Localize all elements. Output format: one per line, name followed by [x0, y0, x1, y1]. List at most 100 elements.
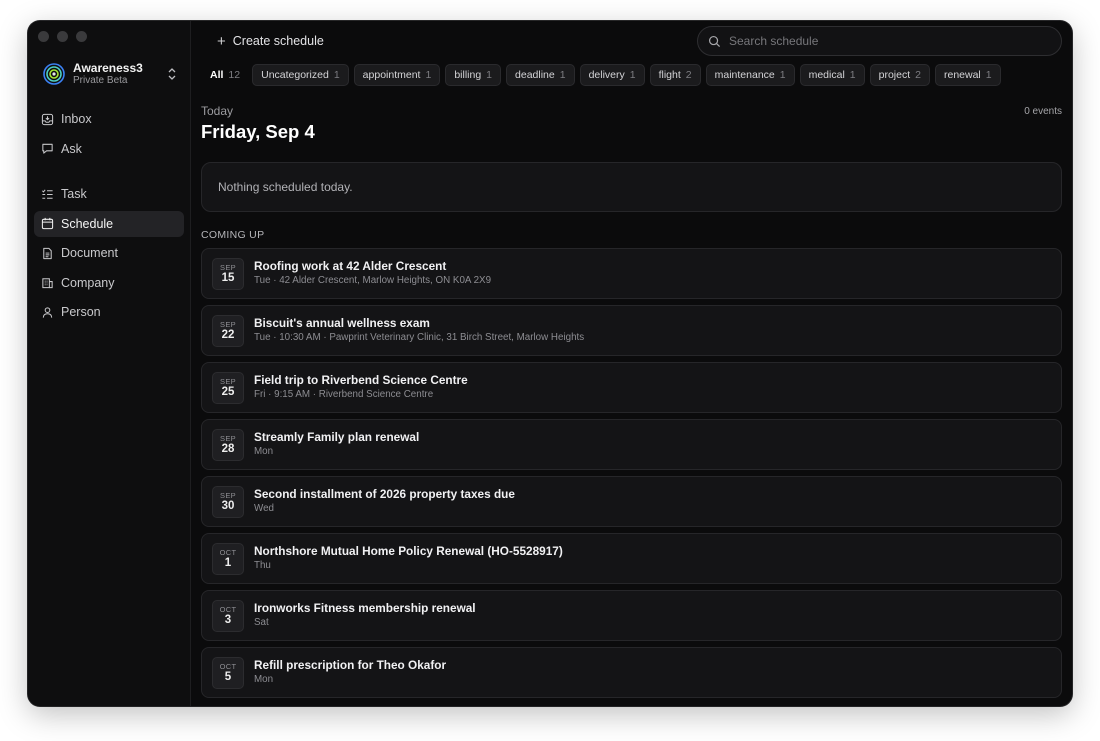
- filter-chip-maintenance[interactable]: maintenance 1: [705, 64, 795, 86]
- sidebar-item-task[interactable]: Task: [34, 181, 184, 207]
- sidebar-item-company[interactable]: Company: [34, 270, 184, 296]
- workspace-logo-icon: [43, 63, 65, 85]
- date-badge: SEP 25: [212, 371, 244, 404]
- search-input[interactable]: [729, 34, 1029, 48]
- event-day: 1: [224, 556, 232, 569]
- event-card[interactable]: OCT 3 Ironworks Fitness membership renew…: [201, 590, 1062, 641]
- empty-today-card: Nothing scheduled today.: [201, 162, 1062, 212]
- event-card[interactable]: OCT 1 Northshore Mutual Home Policy Rene…: [201, 533, 1062, 584]
- sidebar-item-label: Document: [61, 246, 118, 260]
- workspace-name: Awareness3: [73, 61, 143, 75]
- zoom-window-button[interactable]: [76, 31, 87, 42]
- event-title: Biscuit's annual wellness exam: [254, 316, 430, 330]
- filter-chip-billing[interactable]: billing 1: [445, 64, 502, 86]
- primary-nav: Inbox Ask: [34, 106, 184, 165]
- date-badge: OCT 3: [212, 599, 244, 632]
- today-label: Today: [201, 104, 234, 118]
- event-day: 5: [224, 670, 232, 683]
- upcoming-events-list: SEP 15 Roofing work at 42 Alder Crescent…: [201, 248, 1062, 704]
- workspace-switcher[interactable]: Awareness3 Private Beta: [42, 59, 178, 89]
- event-title: Northshore Mutual Home Policy Renewal (H…: [254, 544, 563, 558]
- event-title: Roofing work at 42 Alder Crescent: [254, 259, 447, 273]
- close-window-button[interactable]: [38, 31, 49, 42]
- event-card[interactable]: SEP 15 Roofing work at 42 Alder Crescent…: [201, 248, 1062, 299]
- event-month: SEP: [220, 319, 236, 329]
- create-schedule-label: Create schedule: [232, 34, 324, 48]
- filter-chip-uncategorized[interactable]: Uncategorized 1: [252, 64, 349, 86]
- filter-chip-deadline[interactable]: deadline 1: [506, 64, 575, 86]
- filter-chip-project[interactable]: project 2: [869, 64, 930, 86]
- sidebar-item-inbox[interactable]: Inbox: [34, 106, 184, 132]
- event-card[interactable]: SEP 30 Second installment of 2026 proper…: [201, 476, 1062, 527]
- sidebar: Awareness3 Private Beta Inbox Ask Task S…: [28, 21, 191, 706]
- building-icon: [42, 278, 53, 289]
- sidebar-item-person[interactable]: Person: [34, 299, 184, 325]
- event-subtitle: Tue · 10:30 AM · Pawprint Veterinary Cli…: [254, 332, 585, 343]
- date-badge: SEP 15: [212, 257, 244, 290]
- create-schedule-button[interactable]: + Create schedule: [217, 31, 324, 51]
- filter-label: flight: [658, 69, 681, 81]
- filter-chip-appointment[interactable]: appointment 1: [353, 64, 441, 86]
- event-month: OCT: [219, 547, 237, 557]
- filter-label: medical: [808, 69, 845, 81]
- event-day: 28: [221, 442, 235, 455]
- event-day: 15: [221, 271, 235, 284]
- sidebar-item-label: Company: [61, 275, 115, 290]
- event-title: Streamly Family plan renewal: [254, 430, 420, 444]
- main-content: + Create schedule All12 Uncategorized 1 a…: [191, 21, 1072, 706]
- event-card[interactable]: SEP 28 Streamly Family plan renewal Mon: [201, 419, 1062, 470]
- checklist-icon: [42, 189, 53, 199]
- filter-label: billing: [454, 69, 482, 81]
- sidebar-item-label: Task: [61, 187, 87, 201]
- filter-label: project: [878, 69, 911, 81]
- date-badge: SEP 30: [212, 485, 244, 518]
- event-card[interactable]: OCT 5 Refill prescription for Theo Okafo…: [201, 647, 1062, 698]
- event-title: Second installment of 2026 property taxe…: [254, 487, 515, 501]
- event-card[interactable]: SEP 22 Biscuit's annual wellness exam Tu…: [201, 305, 1062, 356]
- event-subtitle: Mon: [254, 674, 274, 685]
- filter-bar: All 12 Uncategorized 1 appointment 1 billin…: [201, 64, 1001, 86]
- event-subtitle: Tue · 42 Alder Crescent, Marlow Heights,…: [254, 275, 492, 286]
- minimize-window-button[interactable]: [57, 31, 68, 42]
- event-subtitle: Wed: [254, 503, 274, 514]
- filter-label: appointment: [362, 69, 421, 81]
- event-month: SEP: [220, 433, 236, 443]
- inbox-icon: [41, 113, 54, 125]
- search-box[interactable]: [697, 26, 1062, 56]
- filter-chip-all[interactable]: All 12: [201, 64, 247, 86]
- search-icon: [708, 35, 721, 47]
- chat-bubble-icon: [42, 143, 53, 154]
- filter-label: deadline: [515, 69, 555, 81]
- sidebar-item-label: Person: [61, 305, 101, 319]
- event-subtitle: Mon: [254, 446, 274, 457]
- filter-count: 2: [915, 69, 921, 81]
- filter-chip-flight[interactable]: flight 2: [649, 64, 701, 86]
- event-title: Field trip to Riverbend Science Centre: [254, 373, 468, 387]
- empty-message: Nothing scheduled today.: [218, 180, 353, 194]
- filter-count: 1: [333, 69, 340, 81]
- event-title: Ironworks Fitness membership renewal: [254, 601, 476, 615]
- sidebar-item-ask[interactable]: Ask: [34, 136, 184, 162]
- filter-count: 2: [685, 69, 692, 81]
- filter-chip-delivery[interactable]: delivery 1: [579, 64, 645, 86]
- sidebar-item-document[interactable]: Document: [34, 240, 184, 266]
- event-card[interactable]: SEP 25 Field trip to Riverbend Science C…: [201, 362, 1062, 413]
- event-month: SEP: [220, 262, 236, 272]
- filter-label: Uncategorized: [261, 69, 329, 81]
- filter-count: 12: [228, 69, 241, 81]
- date-badge: OCT 5: [212, 656, 244, 689]
- filter-chip-medical[interactable]: medical 1: [799, 64, 865, 86]
- event-month: OCT: [219, 604, 237, 614]
- document-icon: [43, 247, 52, 259]
- filter-chip-renewal[interactable]: renewal 1: [934, 64, 1001, 86]
- filter-count: 1: [486, 69, 493, 81]
- date-badge: SEP 28: [212, 428, 244, 461]
- chevron-up-down-icon: [168, 68, 176, 80]
- sidebar-item-label: Inbox: [61, 112, 92, 126]
- sidebar-item-schedule[interactable]: Schedule: [34, 210, 184, 237]
- event-month: OCT: [219, 661, 237, 671]
- sidebar-item-label: Ask: [61, 141, 82, 156]
- event-day: 25: [221, 385, 235, 398]
- events-count: 0 events: [1024, 106, 1062, 117]
- filter-count: 1: [629, 69, 636, 81]
